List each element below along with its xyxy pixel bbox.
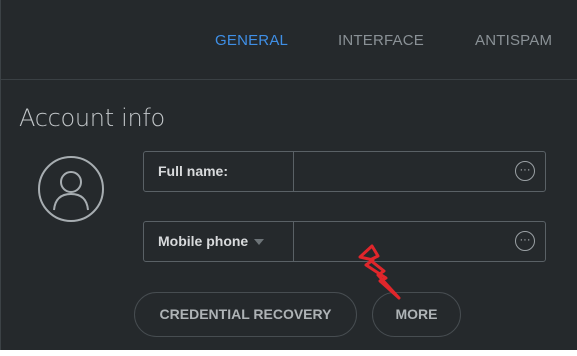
phone-type-label: Mobile phone [158,233,249,249]
full-name-input[interactable] [295,152,545,191]
tab-bar: GENERAL INTERFACE ANTISPAM [1,0,577,80]
tab-general[interactable]: GENERAL [215,32,288,49]
phone-type-dropdown[interactable]: Mobile phone [144,222,294,261]
user-avatar-icon[interactable] [37,155,105,223]
full-name-label: Full name: [144,152,294,191]
caret-down-icon [254,239,265,246]
mobile-phone-field: Mobile phone [143,221,546,262]
tab-interface[interactable]: INTERFACE [338,32,424,49]
tab-antispam[interactable]: ANTISPAM [475,32,552,49]
full-name-options-icon[interactable] [515,161,535,181]
settings-panel: GENERAL INTERFACE ANTISPAM Account info … [0,0,577,350]
mobile-phone-options-icon[interactable] [515,231,535,251]
red-zigzag-arrow-icon [358,244,401,300]
credential-recovery-button[interactable]: CREDENTIAL RECOVERY [134,292,357,337]
full-name-field: Full name: [143,151,546,192]
section-title: Account info [19,104,165,132]
mobile-phone-input[interactable] [295,222,545,261]
